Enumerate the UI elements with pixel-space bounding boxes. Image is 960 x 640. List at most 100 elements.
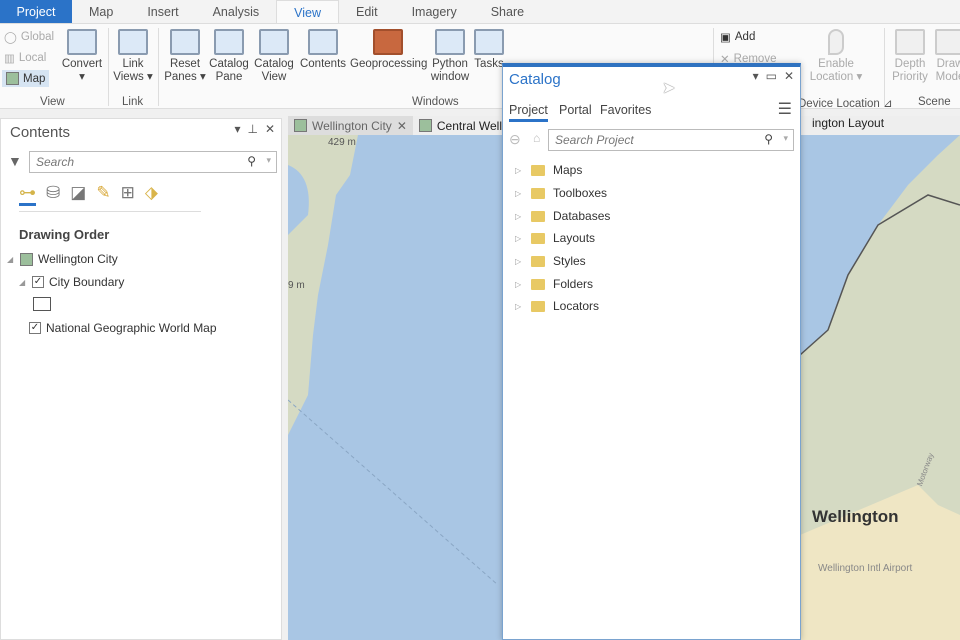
close-icon[interactable]: ✕ <box>784 69 794 83</box>
depth-priority-button[interactable]: Depth Priority <box>890 26 930 84</box>
link-views-button[interactable]: Link Views ▾ <box>112 26 154 84</box>
layer-basemap[interactable]: ✓ National Geographic World Map <box>29 321 217 335</box>
elevation-label: 429 m <box>328 137 356 148</box>
map-icon <box>20 252 33 266</box>
tab-edit[interactable]: Edit <box>339 0 395 24</box>
draw-mode-icon <box>935 29 960 55</box>
local-button[interactable]: ▥ Local <box>4 51 46 65</box>
tab-share[interactable]: Share <box>474 0 541 24</box>
draw-mode-button[interactable]: Draw Mode <box>930 26 960 84</box>
pane-menu-icon[interactable]: ▾ <box>234 122 240 136</box>
doc-tab-central-wellington[interactable]: Central Welli <box>413 116 511 135</box>
contents-search-input[interactable]: Search ⚲ ▾ <box>29 151 277 173</box>
enable-location-button[interactable]: Enable Location ▾ <box>808 26 864 84</box>
toolboxes-folder-icon <box>531 187 545 199</box>
locators-folder-icon <box>531 300 545 312</box>
tab-insert[interactable]: Insert <box>130 0 195 24</box>
tab-map[interactable]: Map <box>72 0 130 24</box>
tab-imagery[interactable]: Imagery <box>395 0 474 24</box>
convert-icon <box>67 29 97 55</box>
drawing-order-heading: Drawing Order <box>19 227 110 242</box>
list-by-snapping-icon[interactable]: ⊞ <box>121 183 135 206</box>
catalog-item-layouts[interactable]: ▷ Layouts <box>515 231 595 245</box>
close-icon[interactable]: ✕ <box>265 122 275 136</box>
pin-icon[interactable]: ⊥ <box>247 122 257 136</box>
list-by-drawing-order-icon[interactable]: ⊶ <box>19 183 36 206</box>
list-by-editing-icon[interactable]: ✎ <box>96 183 110 206</box>
symbol-swatch[interactable] <box>33 297 51 311</box>
databases-folder-icon <box>531 210 545 222</box>
contents-button[interactable]: Contents <box>298 26 348 71</box>
checkbox[interactable]: ✓ <box>32 276 44 288</box>
ribbon-tabs: Project Map Insert Analysis View Edit Im… <box>0 0 960 24</box>
catalog-item-locators[interactable]: ▷ Locators <box>515 299 599 313</box>
catalog-item-databases[interactable]: ▷ Databases <box>515 209 610 223</box>
map-item[interactable]: ◢ Wellington City <box>7 252 118 266</box>
catalog-tab-favorites[interactable]: Favorites <box>600 103 651 117</box>
windows-group-label: Windows <box>412 96 459 108</box>
location-pin-icon <box>828 29 844 55</box>
catalog-item-styles[interactable]: ▷ Styles <box>515 254 586 268</box>
close-icon: ✕ <box>396 118 407 133</box>
map-button[interactable]: Map <box>2 70 50 87</box>
mouse-cursor-icon: ➤ <box>662 80 676 97</box>
city-label: Wellington <box>812 507 899 526</box>
maps-folder-icon <box>531 164 545 176</box>
elevation-label: 9 m <box>288 280 305 291</box>
styles-folder-icon <box>531 255 545 267</box>
catalog-pane-icon <box>214 29 244 55</box>
catalog-pane-button[interactable]: Catalog Pane <box>207 26 251 84</box>
add-device-icon: ▣ <box>720 32 731 44</box>
catalog-search-input[interactable]: Search Project ⚲ ▾ <box>548 129 794 151</box>
tab-project[interactable]: Project <box>0 0 72 24</box>
contents-icon <box>308 29 338 55</box>
catalog-title: Catalog <box>509 71 561 88</box>
geoprocessing-button[interactable]: Geoprocessing <box>350 26 427 71</box>
back-icon[interactable]: ⊖ <box>509 131 521 148</box>
checkbox[interactable]: ✓ <box>29 322 41 334</box>
search-icon: ⚲ <box>247 154 256 168</box>
list-by-selection-icon[interactable]: ◪ <box>70 183 86 206</box>
search-icon: ⚲ <box>764 132 773 146</box>
catalog-tab-project[interactable]: Project <box>509 103 548 122</box>
link-views-icon <box>118 29 148 55</box>
layer-city-boundary[interactable]: ◢ ✓ City Boundary <box>19 275 124 289</box>
list-by-labeling-icon[interactable]: ⬗ <box>145 183 158 206</box>
doc-tab-wellington-city[interactable]: Wellington City ✕ <box>288 116 413 135</box>
reset-panes-button[interactable]: Reset Panes ▾ <box>163 26 207 84</box>
catalog-item-maps[interactable]: ▷ Maps <box>515 163 582 177</box>
folders-folder-icon <box>531 278 545 290</box>
depth-priority-icon <box>895 29 925 55</box>
tasks-icon <box>474 29 504 55</box>
catalog-item-toolboxes[interactable]: ▷ Toolboxes <box>515 186 607 200</box>
add-device-button[interactable]: ▣ Add <box>720 30 755 44</box>
python-window-button[interactable]: Python window <box>428 26 472 84</box>
maximize-icon[interactable]: ▭ <box>766 69 777 83</box>
global-button[interactable]: ◯ Global <box>4 30 54 44</box>
reset-panes-icon <box>170 29 200 55</box>
catalog-view-button[interactable]: Catalog View <box>252 26 296 84</box>
list-by-source-icon[interactable]: ⛁ <box>46 183 60 206</box>
device-group-label: Device Location ⊿ <box>798 98 893 110</box>
catalog-tab-portal[interactable]: Portal <box>559 103 592 117</box>
local-icon: ▥ <box>4 53 15 65</box>
tab-view[interactable]: View <box>276 0 340 24</box>
catalog-pane: Catalog ▾ ▭ ✕ Project Portal Favorites ☰ ⊖… <box>502 63 801 640</box>
globe-icon: ◯ <box>4 32 17 44</box>
contents-pane: Contents ▾ ⊥ ✕ ▼ Search ⚲ ▾ ⊶ ⛁ ◪ ✎ ⊞ ⬗ Draw… <box>0 118 282 640</box>
ribbon: ◯ Global ▥ Local Map Convert ▾ View Link Vi… <box>0 23 960 110</box>
pane-menu-icon[interactable]: ▾ <box>753 69 759 83</box>
doc-tab-layout[interactable]: ington Layout <box>806 116 890 130</box>
tab-analysis[interactable]: Analysis <box>196 0 277 24</box>
hamburger-menu-icon[interactable]: ☰ <box>778 99 792 119</box>
convert-button[interactable]: Convert ▾ <box>60 26 104 84</box>
home-icon[interactable]: ⌂ <box>533 131 540 145</box>
toolbox-icon <box>373 29 403 55</box>
tasks-button[interactable]: Tasks <box>474 26 504 71</box>
contents-title: Contents <box>10 124 71 141</box>
catalog-item-folders[interactable]: ▷ Folders <box>515 277 593 291</box>
airport-label: Wellington Intl Airport <box>818 563 913 574</box>
link-group-label: Link <box>122 96 144 108</box>
filter-icon[interactable]: ▼ <box>8 153 22 169</box>
python-icon <box>435 29 465 55</box>
